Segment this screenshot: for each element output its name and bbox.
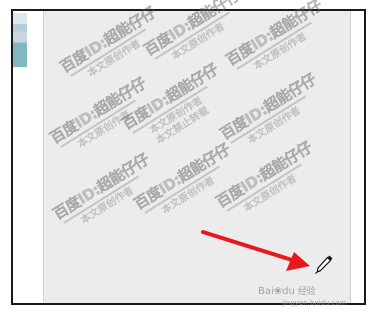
baidu-url: jingyan.baidu.com xyxy=(282,299,347,307)
baidu-brand-suffix: du xyxy=(282,286,295,297)
baidu-product-name: 经验 xyxy=(298,287,316,297)
baidu-brand-prefix: Bai xyxy=(258,286,274,297)
slide-thumbnail[interactable] xyxy=(13,13,27,67)
right-edge-panel xyxy=(350,11,364,303)
baidu-jingyan-watermark: Bai❀du 经验 jingyan.baidu.com xyxy=(258,286,347,309)
baidu-paw-icon: ❀ xyxy=(273,286,283,297)
thumbnail-panel xyxy=(13,11,46,303)
document-canvas[interactable] xyxy=(44,11,352,303)
eyedropper-icon xyxy=(315,255,333,274)
